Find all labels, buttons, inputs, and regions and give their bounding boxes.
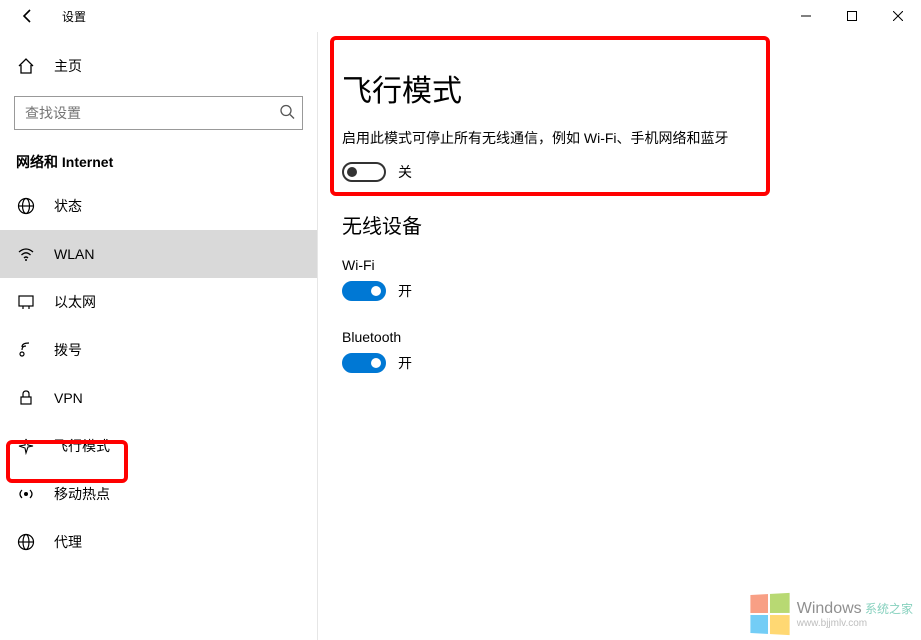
titlebar: 设置 (0, 0, 921, 32)
wifi-icon (16, 244, 36, 264)
search-wrap (14, 96, 303, 130)
sidebar-item-label: 以太网 (54, 292, 96, 312)
maximize-button[interactable] (829, 0, 875, 32)
airplane-description: 启用此模式可停止所有无线通信，例如 Wi-Fi、手机网络和蓝牙 (342, 128, 921, 148)
bluetooth-toggle-state: 开 (398, 353, 412, 373)
bluetooth-label: Bluetooth (342, 329, 921, 345)
sidebar-item-hotspot[interactable]: 移动热点 (0, 470, 317, 518)
sidebar-category: 网络和 Internet (0, 144, 317, 182)
hotspot-icon (16, 484, 36, 504)
sidebar-item-label: 移动热点 (54, 484, 110, 504)
sidebar-item-wlan[interactable]: WLAN (0, 230, 317, 278)
sidebar-item-status[interactable]: 状态 (0, 182, 317, 230)
sidebar-item-label: VPN (54, 390, 83, 406)
dialup-icon (16, 340, 36, 360)
vpn-icon (16, 388, 36, 408)
sidebar-item-label: 飞行模式 (54, 436, 110, 456)
sidebar-item-label: WLAN (54, 246, 94, 262)
arrow-left-icon (20, 8, 36, 24)
wireless-heading: 无线设备 (342, 210, 921, 239)
sidebar-item-airplane[interactable]: 飞行模式 (0, 422, 317, 470)
wifi-label: Wi-Fi (342, 257, 921, 273)
close-button[interactable] (875, 0, 921, 32)
airplane-toggle[interactable] (342, 162, 386, 182)
proxy-icon (16, 532, 36, 552)
sidebar-item-vpn[interactable]: VPN (0, 374, 317, 422)
minimize-button[interactable] (783, 0, 829, 32)
sidebar-item-label: 拨号 (54, 340, 82, 360)
sidebar-item-label: 状态 (54, 196, 82, 216)
minimize-icon (801, 11, 811, 21)
page-title: 飞行模式 (342, 66, 921, 110)
sidebar-item-ethernet[interactable]: 以太网 (0, 278, 317, 326)
wifi-toggle[interactable] (342, 281, 386, 301)
airplane-toggle-state: 关 (398, 162, 412, 182)
sidebar-item-proxy[interactable]: 代理 (0, 518, 317, 566)
sidebar-home-label: 主页 (54, 56, 82, 76)
globe-icon (16, 196, 36, 216)
window-controls (783, 0, 921, 32)
sidebar-home[interactable]: 主页 (0, 44, 317, 88)
search-input[interactable] (14, 96, 303, 130)
sidebar-item-label: 代理 (54, 532, 82, 552)
airplane-icon (16, 436, 36, 456)
sidebar: 主页 网络和 Internet 状态 WLAN 以太网 (0, 32, 318, 640)
home-icon (16, 56, 36, 76)
window-title: 设置 (62, 8, 86, 25)
close-icon (893, 11, 903, 21)
bluetooth-toggle[interactable] (342, 353, 386, 373)
ethernet-icon (16, 292, 36, 312)
back-button[interactable] (12, 0, 44, 32)
maximize-icon (847, 11, 857, 21)
main-content: 飞行模式 启用此模式可停止所有无线通信，例如 Wi-Fi、手机网络和蓝牙 关 无… (318, 32, 921, 640)
sidebar-item-dialup[interactable]: 拨号 (0, 326, 317, 374)
wifi-toggle-state: 开 (398, 281, 412, 301)
